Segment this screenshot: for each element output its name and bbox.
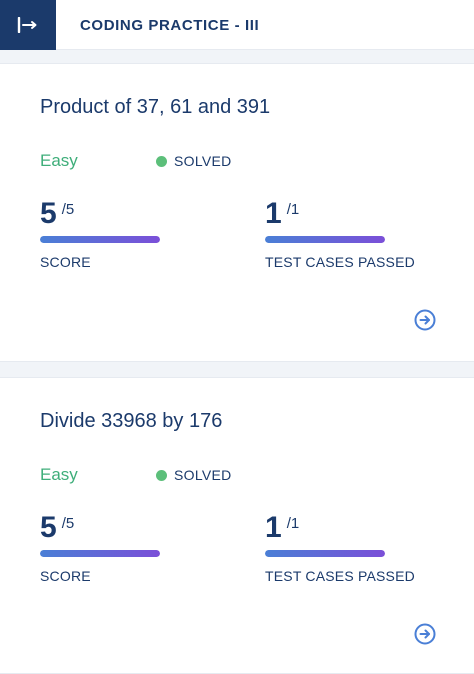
problem-card[interactable]: Divide 33968 by 176 Easy SOLVED 5 /5 SCO… — [0, 377, 474, 674]
score-total: /5 — [61, 515, 75, 532]
test-cases-total: /1 — [286, 201, 300, 218]
page-title: CODING PRACTICE - III — [80, 17, 260, 34]
status-badge: SOLVED — [156, 467, 232, 483]
test-cases-progress-fill — [265, 236, 385, 243]
score-value: 5 — [40, 511, 57, 544]
test-cases-progress-bar — [265, 550, 385, 557]
test-cases-value: 1 — [265, 197, 282, 230]
problem-title[interactable]: Product of 37, 61 and 391 — [40, 96, 270, 119]
problem-card[interactable]: Product of 37, 61 and 391 Easy SOLVED 5 … — [0, 63, 474, 362]
test-cases-total: /1 — [286, 515, 300, 532]
score-metric: 5 /5 SCORE — [40, 510, 220, 584]
test-cases-progress-bar — [265, 236, 385, 243]
page-header: CODING PRACTICE - III — [0, 0, 474, 50]
arrow-circle-right-icon[interactable] — [413, 622, 437, 646]
score-label: SCORE — [40, 254, 91, 270]
score-metric: 5 /5 SCORE — [40, 196, 220, 270]
score-progress-fill — [40, 236, 160, 243]
test-cases-value: 1 — [265, 511, 282, 544]
expand-sidebar-icon[interactable] — [0, 0, 56, 50]
score-progress-fill — [40, 550, 160, 557]
score-label: SCORE — [40, 568, 91, 584]
test-cases-progress-fill — [265, 550, 385, 557]
test-cases-label: TEST CASES PASSED — [265, 254, 415, 270]
solved-dot-icon — [156, 469, 167, 481]
test-cases-metric: 1 /1 TEST CASES PASSED — [265, 196, 445, 270]
test-cases-label: TEST CASES PASSED — [265, 568, 415, 584]
solved-dot-icon — [156, 155, 167, 167]
arrow-circle-right-icon[interactable] — [413, 308, 437, 332]
status-text: SOLVED — [174, 467, 232, 483]
score-progress-bar — [40, 550, 160, 557]
difficulty-label: Easy — [40, 465, 78, 484]
status-badge: SOLVED — [156, 153, 232, 169]
score-progress-bar — [40, 236, 160, 243]
test-cases-metric: 1 /1 TEST CASES PASSED — [265, 510, 445, 584]
difficulty-label: Easy — [40, 151, 78, 170]
score-value: 5 — [40, 197, 57, 230]
score-total: /5 — [61, 201, 75, 218]
status-text: SOLVED — [174, 153, 232, 169]
problem-title[interactable]: Divide 33968 by 176 — [40, 410, 222, 433]
